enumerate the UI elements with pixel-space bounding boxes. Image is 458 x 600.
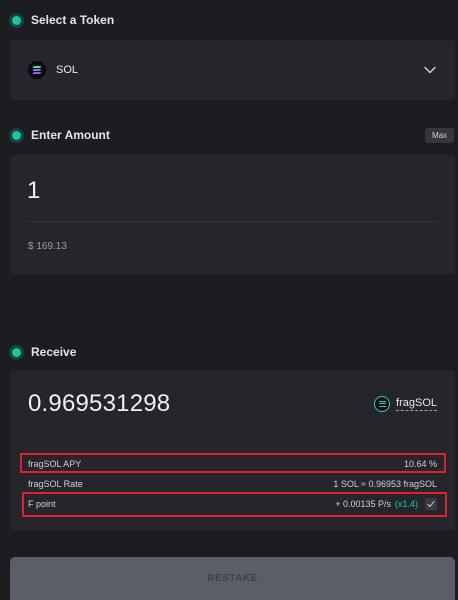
amount-card: 1 $ 169.13 (10, 155, 455, 274)
selected-token-name: SOL (56, 64, 79, 76)
select-token-label: Select a Token (31, 13, 115, 27)
apy-row: fragSOL APY 10.64 % (28, 456, 437, 472)
receive-token-name[interactable]: fragSOL (396, 397, 437, 411)
point-row: F point + 0.00135 P/s (x1.4) (28, 496, 437, 512)
receive-label: Receive (31, 345, 77, 359)
chevron-down-icon[interactable] (423, 63, 437, 77)
rate-row: fragSOL Rate 1 SOL ≈ 0.96953 fragSOL (28, 476, 437, 492)
rate-label: fragSOL Rate (28, 479, 83, 489)
apy-label: fragSOL APY (28, 459, 82, 469)
rate-value: 1 SOL ≈ 0.96953 fragSOL (333, 479, 437, 489)
receive-label-row: Receive (12, 345, 76, 359)
select-token-label-row: Select a Token (12, 13, 114, 27)
point-value-group: + 0.00135 P/s (x1.4) (335, 498, 437, 510)
point-value: + 0.00135 P/s (335, 499, 391, 509)
enter-amount-label: Enter Amount (31, 128, 110, 142)
fragsol-token-icon (374, 396, 391, 412)
receive-amount: 0.969531298 (28, 390, 171, 417)
point-multiplier: (x1.4) (394, 499, 418, 509)
enter-amount-label-row: Enter Amount (12, 128, 110, 142)
amount-input[interactable]: 1 (27, 177, 40, 205)
divider (27, 221, 438, 222)
step-dot-icon (12, 15, 21, 25)
receive-token: fragSOL (374, 396, 437, 412)
trend-chart-icon[interactable] (425, 498, 437, 510)
token-selector[interactable]: SOL (10, 40, 455, 100)
amount-usd-value: $ 169.13 (28, 241, 67, 252)
receive-card: 0.969531298 fragSOL fragSOL APY 10.64 % … (10, 370, 455, 530)
max-button[interactable]: Max (425, 128, 454, 143)
restake-button[interactable]: RESTAKE (10, 557, 455, 600)
apy-value: 10.64 % (403, 459, 437, 469)
step-dot-icon (12, 347, 21, 357)
step-dot-icon (12, 130, 21, 140)
point-label: F point (28, 499, 56, 509)
sol-token-icon (28, 61, 46, 79)
